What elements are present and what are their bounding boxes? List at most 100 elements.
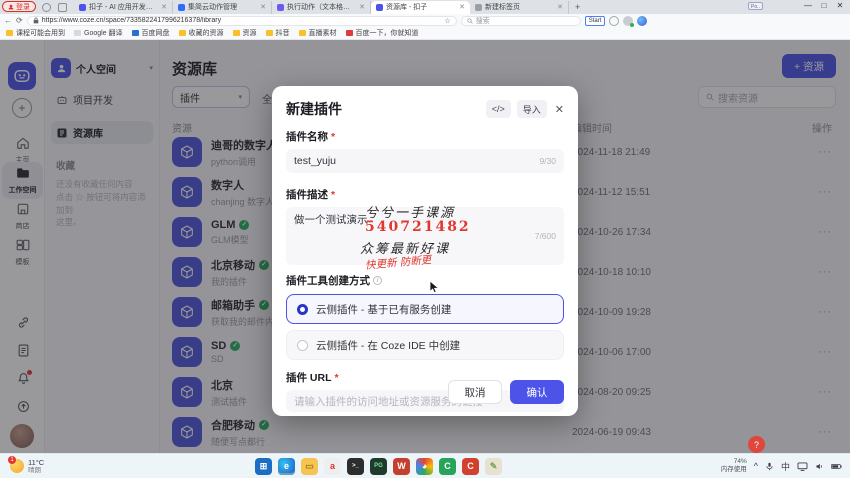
description-value: 做一个测试演示: [294, 214, 368, 226]
temperature: 11°C: [28, 458, 44, 467]
bookmark-item[interactable]: 收藏的资源: [179, 28, 224, 38]
bookmarks-bar: 课程可能会用到 Google 翻译 百度网盘 收藏的资源 资源 抖音: [0, 27, 850, 40]
cancel-button[interactable]: 取消: [448, 380, 502, 404]
bookmark-item[interactable]: 课程可能会用到: [6, 28, 65, 38]
description-char-count: 7/600: [535, 231, 556, 241]
browser-tab[interactable]: 新建标签页 ✕: [470, 1, 569, 14]
confirm-button[interactable]: 确认: [510, 380, 564, 404]
bookmark-item[interactable]: 百度一下，你就知道: [346, 28, 419, 38]
browser-search-box[interactable]: 搜索: [461, 16, 581, 26]
sync-icon[interactable]: [609, 16, 619, 26]
windows-taskbar: 1 11°C晴朗 ⊞ e ▭ a >_ PG W ◕ CC ✎ 74%内存使用 ^ 中: [0, 453, 850, 478]
help-float-button[interactable]: ?: [748, 436, 765, 453]
option-label: 云侧插件 - 在 Coze IDE 中创建: [316, 338, 460, 353]
copilot-icon[interactable]: [637, 16, 647, 26]
star-icon[interactable]: ☆: [444, 17, 450, 25]
taskbar-app-icon[interactable]: ▭: [301, 458, 318, 475]
sun-icon: 1: [10, 459, 24, 473]
bookmark-icon: [132, 30, 139, 36]
browser-tab[interactable]: 执行动作（文本格式）- 语聚AI ✕: [272, 1, 371, 14]
mouse-cursor: [429, 280, 440, 294]
microphone-icon[interactable]: [765, 462, 774, 471]
tab-close-icon[interactable]: ✕: [557, 3, 563, 11]
code-mode-button[interactable]: </>: [486, 100, 511, 118]
window-controls: — □ ✕: [800, 1, 848, 10]
start-extension-button[interactable]: Start: [585, 16, 606, 26]
modal-close-icon[interactable]: ✕: [555, 103, 564, 116]
close-button[interactable]: ✕: [832, 1, 848, 10]
new-tab-button[interactable]: +: [575, 2, 580, 12]
create-method-option[interactable]: 云侧插件 - 基于已有服务创建: [286, 294, 564, 324]
battery-icon[interactable]: [831, 462, 842, 471]
taskbar-app-icon[interactable]: ⊞: [255, 458, 272, 475]
refresh-icon[interactable]: ⟳: [16, 16, 23, 25]
tab-title: 资源库 - 扣子: [386, 2, 427, 12]
ime-indicator[interactable]: 中: [781, 460, 790, 473]
screen: 登录 扣子 - AI 应用开发平台 ✕ 集简云动作管理 ✕ 执行动作（文本格式）…: [0, 0, 850, 478]
browser-tab[interactable]: 资源库 - 扣子 ✕: [371, 1, 470, 14]
tray-expand-icon[interactable]: ^: [754, 461, 758, 471]
taskbar-apps: ⊞ e ▭ a >_ PG W ◕ CC ✎: [255, 458, 502, 475]
create-method-label: 插件工具创建方式 i: [286, 273, 564, 288]
plugin-description-input[interactable]: 做一个测试演示 7/600: [286, 207, 564, 265]
bookmark-item[interactable]: Google 翻译: [74, 28, 123, 38]
weather-widget[interactable]: 1 11°C晴朗: [0, 458, 255, 475]
weather-condition: 晴朗: [28, 467, 44, 475]
search-icon: [467, 18, 473, 24]
volume-icon[interactable]: [815, 462, 824, 471]
browser-avatar[interactable]: [623, 16, 633, 26]
display-icon[interactable]: [797, 462, 808, 471]
tab-title: 新建标签页: [485, 2, 520, 12]
taskbar-app-icon[interactable]: C: [462, 458, 479, 475]
minimize-button[interactable]: —: [800, 1, 816, 10]
tab-close-icon[interactable]: ✕: [161, 3, 167, 11]
tab-close-icon[interactable]: ✕: [359, 3, 365, 11]
browser-menu-icon[interactable]: [42, 3, 51, 12]
browser-profile-button[interactable]: 登录: [2, 1, 36, 12]
radio-icon[interactable]: [297, 304, 308, 315]
taskbar-app-icon[interactable]: C: [439, 458, 456, 475]
taskbar-app-icon[interactable]: a: [324, 458, 341, 475]
tab-title: 集简云动作管理: [188, 2, 237, 12]
tab-close-icon[interactable]: ✕: [459, 3, 465, 11]
taskbar-app-icon[interactable]: W: [393, 458, 410, 475]
bookmark-icon: [6, 30, 13, 36]
bookmark-icon: [233, 30, 240, 36]
create-method-option[interactable]: 云侧插件 - 在 Coze IDE 中创建: [286, 330, 564, 360]
taskbar-app-icon[interactable]: ✎: [485, 458, 502, 475]
plugin-name-input[interactable]: test_yuju 9/30: [286, 149, 564, 173]
tab-close-icon[interactable]: ✕: [260, 3, 266, 11]
workspaces-icon[interactable]: [58, 3, 67, 12]
bookmark-item[interactable]: 抖音: [266, 28, 290, 38]
tab-favicon: [277, 4, 284, 11]
bookmark-label: 抖音: [276, 28, 290, 38]
weather-badge: 1: [8, 456, 16, 464]
popup-chip: Po..: [748, 2, 763, 10]
new-plugin-modal: 新建插件 </> 导入 ✕ 插件名称* test_yuju 9/30 插件描述*…: [272, 86, 578, 416]
browser-tab[interactable]: 扣子 - AI 应用开发平台 ✕: [74, 1, 173, 14]
taskbar-app-icon[interactable]: PG: [370, 458, 387, 475]
taskbar-app-icon[interactable]: >_: [347, 458, 364, 475]
tab-favicon: [376, 4, 383, 11]
url-field[interactable]: https://www.coze.cn/space/73358224179962…: [27, 16, 457, 26]
address-bar: ← ⟳ https://www.coze.cn/space/7335822417…: [0, 14, 850, 27]
browser-tab[interactable]: 集简云动作管理 ✕: [173, 1, 272, 14]
bookmark-item[interactable]: 直播素材: [299, 28, 337, 38]
taskbar-app-icon[interactable]: e: [278, 458, 295, 475]
memory-widget[interactable]: 74%内存使用: [721, 458, 747, 474]
bookmark-item[interactable]: 资源: [233, 28, 257, 38]
tab-favicon: [178, 4, 185, 11]
profile-label: 登录: [16, 2, 30, 12]
bookmark-label: Google 翻译: [84, 28, 123, 38]
bookmark-item[interactable]: 百度网盘: [132, 28, 170, 38]
bookmark-label: 百度网盘: [142, 28, 170, 38]
tab-strip: 登录 扣子 - AI 应用开发平台 ✕ 集简云动作管理 ✕ 执行动作（文本格式）…: [0, 0, 850, 14]
bookmark-label: 资源: [243, 28, 257, 38]
back-icon[interactable]: ←: [4, 16, 12, 25]
maximize-button[interactable]: □: [816, 1, 832, 10]
import-button[interactable]: 导入: [517, 100, 547, 118]
radio-icon[interactable]: [297, 340, 308, 351]
bookmark-icon: [346, 30, 353, 36]
taskbar-app-icon[interactable]: ◕: [416, 458, 433, 475]
modal-title: 新建插件: [286, 99, 342, 119]
